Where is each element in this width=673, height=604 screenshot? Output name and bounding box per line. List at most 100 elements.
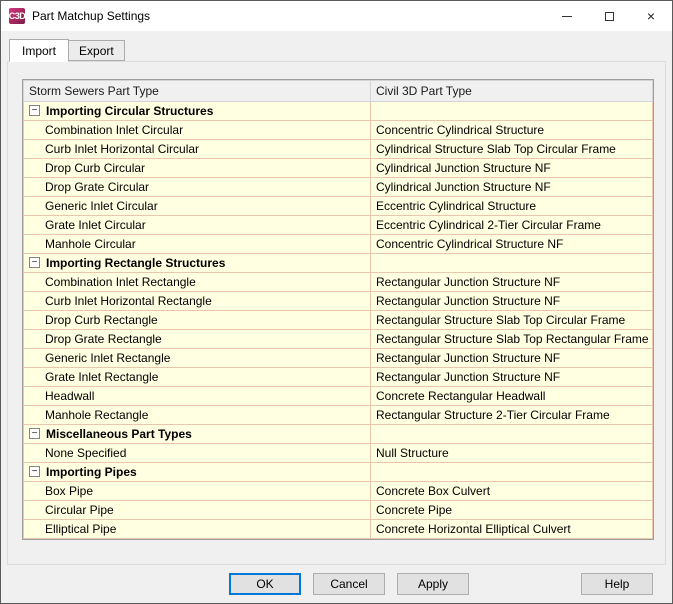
civil-part-cell[interactable]: Cylindrical Structure Slab Top Circular … <box>370 139 653 159</box>
tab-export[interactable]: Export <box>68 40 125 61</box>
storm-part-cell[interactable]: Grate Inlet Rectangle <box>23 367 371 387</box>
close-icon: × <box>646 8 656 24</box>
civil-part-cell[interactable]: Rectangular Junction Structure NF <box>370 272 653 292</box>
storm-part-cell[interactable]: Drop Grate Rectangle <box>23 329 371 349</box>
part-row: Manhole Rectangle Rectangular Structure 2… <box>23 405 653 425</box>
tab-export-label: Export <box>79 43 114 58</box>
civil-part-cell[interactable]: Rectangular Structure Slab Top Circular … <box>370 310 653 330</box>
part-row: Drop Curb Rectangle Rectangular Structure… <box>23 310 653 330</box>
group-header-cell: − Importing Rectangle Structures <box>23 253 371 273</box>
group-row: − Importing Circular Structures <box>23 101 653 121</box>
group-row: − Importing Rectangle Structures <box>23 253 653 273</box>
group-label: Miscellaneous Part Types <box>46 427 192 441</box>
civil-part-cell[interactable]: Rectangular Structure Slab Top Rectangul… <box>370 329 653 349</box>
storm-part-cell[interactable]: Combination Inlet Rectangle <box>23 272 371 292</box>
storm-part-cell[interactable]: Drop Grate Circular <box>23 177 371 197</box>
civil-part-cell[interactable]: Concrete Rectangular Headwall <box>370 386 653 406</box>
part-row: Generic Inlet Rectangle Rectangular Junct… <box>23 348 653 368</box>
part-row: Drop Grate Rectangle Rectangular Structur… <box>23 329 653 349</box>
group-row: − Importing Pipes <box>23 462 653 482</box>
civil-part-cell[interactable]: Null Structure <box>370 443 653 463</box>
storm-part-cell[interactable]: Curb Inlet Horizontal Rectangle <box>23 291 371 311</box>
part-row: Circular Pipe Concrete Pipe <box>23 500 653 520</box>
cancel-button[interactable]: Cancel <box>313 573 385 595</box>
part-row: Combination Inlet Rectangle Rectangular J… <box>23 272 653 292</box>
part-row: None Specified Null Structure <box>23 443 653 463</box>
group-header-cell: − Miscellaneous Part Types <box>23 424 371 444</box>
part-row: Drop Curb Circular Cylindrical Junction S… <box>23 158 653 178</box>
storm-part-cell[interactable]: Combination Inlet Circular <box>23 120 371 140</box>
civil-part-cell[interactable]: Concentric Cylindrical Structure NF <box>370 234 653 254</box>
part-matchup-settings-dialog: C3D Part Matchup Settings × Import Expor… <box>0 0 673 604</box>
part-row: Elliptical Pipe Concrete Horizontal Ellip… <box>23 519 653 539</box>
storm-part-cell[interactable]: Generic Inlet Rectangle <box>23 348 371 368</box>
civil-part-cell[interactable]: Rectangular Junction Structure NF <box>370 348 653 368</box>
part-row: Grate Inlet Rectangle Rectangular Junctio… <box>23 367 653 387</box>
civil-part-cell[interactable]: Cylindrical Junction Structure NF <box>370 158 653 178</box>
ok-button[interactable]: OK <box>229 573 301 595</box>
part-row: Box Pipe Concrete Box Culvert <box>23 481 653 501</box>
help-button[interactable]: Help <box>581 573 653 595</box>
part-row: Headwall Concrete Rectangular Headwall <box>23 386 653 406</box>
civil-part-cell[interactable]: Eccentric Cylindrical Structure <box>370 196 653 216</box>
collapse-group-icon[interactable]: − <box>29 466 40 478</box>
group-header-empty-cell <box>370 462 653 482</box>
storm-part-cell[interactable]: Box Pipe <box>23 481 371 501</box>
storm-part-cell[interactable]: Headwall <box>23 386 371 406</box>
civil-part-cell[interactable]: Concrete Box Culvert <box>370 481 653 501</box>
column-header-storm-sewers: Storm Sewers Part Type <box>23 80 371 102</box>
civil-part-cell[interactable]: Rectangular Junction Structure NF <box>370 367 653 387</box>
storm-part-cell[interactable]: Circular Pipe <box>23 500 371 520</box>
part-row: Curb Inlet Horizontal Rectangle Rectangul… <box>23 291 653 311</box>
civil-part-cell[interactable]: Rectangular Junction Structure NF <box>370 291 653 311</box>
storm-part-cell[interactable]: Elliptical Pipe <box>23 519 371 539</box>
storm-part-cell[interactable]: Curb Inlet Horizontal Circular <box>23 139 371 159</box>
part-row: Manhole Circular Concentric Cylindrical S… <box>23 234 653 254</box>
group-label: Importing Circular Structures <box>46 104 214 118</box>
civil-part-cell[interactable]: Concrete Horizontal Elliptical Culvert <box>370 519 653 539</box>
window-controls: × <box>546 1 672 31</box>
title-bar: C3D Part Matchup Settings × <box>1 1 672 31</box>
civil-part-cell[interactable]: Cylindrical Junction Structure NF <box>370 177 653 197</box>
grid-header-row: Storm Sewers Part Type Civil 3D Part Typ… <box>23 80 653 102</box>
apply-button[interactable]: Apply <box>397 573 469 595</box>
collapse-group-icon[interactable]: − <box>29 257 40 269</box>
group-header-empty-cell <box>370 424 653 444</box>
group-header-empty-cell <box>370 101 653 121</box>
part-row: Combination Inlet Circular Concentric Cyl… <box>23 120 653 140</box>
minimize-button[interactable] <box>546 1 588 31</box>
storm-part-cell[interactable]: Generic Inlet Circular <box>23 196 371 216</box>
collapse-group-icon[interactable]: − <box>29 428 40 440</box>
part-row: Generic Inlet Circular Eccentric Cylindri… <box>23 196 653 216</box>
storm-part-cell[interactable]: None Specified <box>23 443 371 463</box>
civil-part-cell[interactable]: Concentric Cylindrical Structure <box>370 120 653 140</box>
group-label: Importing Rectangle Structures <box>46 256 226 270</box>
dialog-button-row: OK Cancel Apply Help <box>1 573 672 595</box>
storm-part-cell[interactable]: Grate Inlet Circular <box>23 215 371 235</box>
group-header-cell: − Importing Circular Structures <box>23 101 371 121</box>
civil-part-cell[interactable]: Eccentric Cylindrical 2-Tier Circular Fr… <box>370 215 653 235</box>
minimize-icon <box>562 15 572 17</box>
group-row: − Miscellaneous Part Types <box>23 424 653 444</box>
civil-part-cell[interactable]: Concrete Pipe <box>370 500 653 520</box>
tab-import[interactable]: Import <box>9 39 70 62</box>
column-header-civil3d: Civil 3D Part Type <box>370 80 653 102</box>
storm-part-cell[interactable]: Drop Curb Circular <box>23 158 371 178</box>
part-matchup-grid: Storm Sewers Part Type Civil 3D Part Typ… <box>22 79 654 540</box>
group-header-empty-cell <box>370 253 653 273</box>
civil-part-cell[interactable]: Rectangular Structure 2-Tier Circular Fr… <box>370 405 653 425</box>
maximize-button[interactable] <box>588 1 630 31</box>
storm-part-cell[interactable]: Drop Curb Rectangle <box>23 310 371 330</box>
part-row: Grate Inlet Circular Eccentric Cylindrica… <box>23 215 653 235</box>
import-tab-page: Storm Sewers Part Type Civil 3D Part Typ… <box>7 61 666 565</box>
collapse-group-icon[interactable]: − <box>29 105 40 117</box>
part-row: Drop Grate Circular Cylindrical Junction … <box>23 177 653 197</box>
storm-part-cell[interactable]: Manhole Circular <box>23 234 371 254</box>
tab-strip: Import Export <box>1 31 672 62</box>
storm-part-cell[interactable]: Manhole Rectangle <box>23 405 371 425</box>
group-header-cell: − Importing Pipes <box>23 462 371 482</box>
close-button[interactable]: × <box>630 1 672 31</box>
window-title: Part Matchup Settings <box>32 9 151 23</box>
part-row: Curb Inlet Horizontal Circular Cylindrica… <box>23 139 653 159</box>
tab-import-label: Import <box>22 43 57 58</box>
